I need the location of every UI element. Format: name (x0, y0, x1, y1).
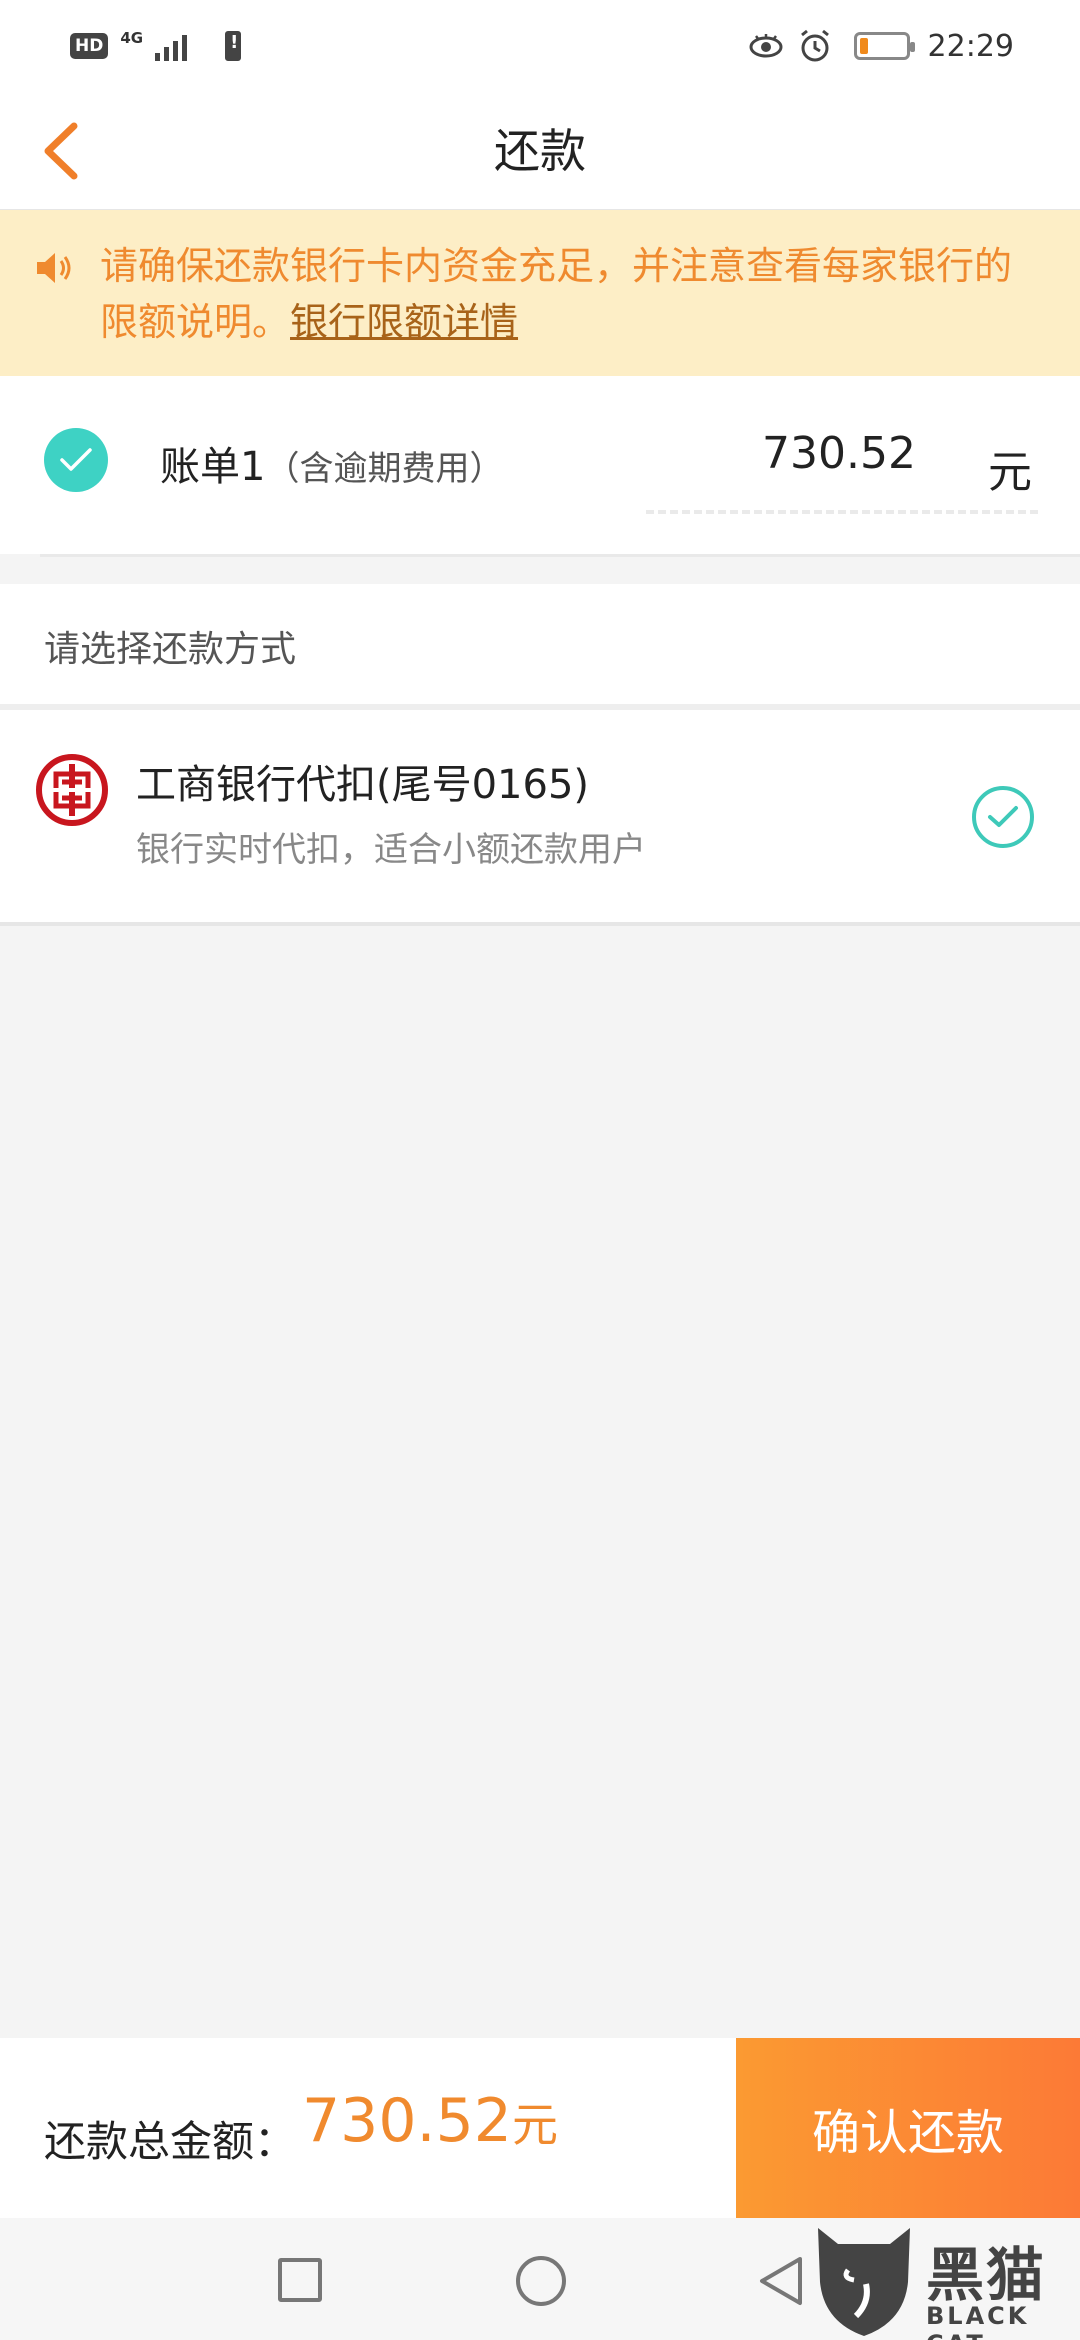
payment-method-icbc[interactable]: 工商银行代扣(尾号0165) 银行实时代扣，适合小额还款用户 (0, 710, 1080, 922)
confirm-repayment-button[interactable]: 确认还款 (736, 2038, 1080, 2218)
nav-bar: 还款 (0, 92, 1080, 210)
total-amount-unit: 元 (511, 2098, 558, 2152)
repayment-screen: HD 4G 22:29 (0, 0, 1080, 2340)
battery-level (859, 38, 868, 54)
check-icon (60, 448, 92, 471)
payment-method-radio[interactable] (972, 786, 1034, 848)
signal-icon (155, 31, 188, 61)
notice-banner: 请确保还款银行卡内资金充足，并注意查看每家银行的限额说明。银行限额详情 (0, 210, 1080, 376)
check-icon (988, 806, 1018, 827)
battery-warning-icon (225, 31, 242, 61)
speaker-icon (37, 253, 71, 283)
bill-title: 账单1（含逾期费用） (160, 434, 503, 492)
clock-time: 22:29 (927, 28, 1014, 64)
battery-icon (853, 32, 915, 60)
payment-method-desc: 银行实时代扣，适合小额还款用户 (136, 830, 646, 870)
divider (40, 554, 1080, 557)
payment-method-label: 请选择还款方式 (44, 629, 297, 670)
bill-name: 账单1 (160, 444, 266, 490)
recent-apps-button[interactable] (278, 2258, 322, 2302)
watermark-title: 黑猫 (926, 2241, 1047, 2309)
page-title: 还款 (494, 124, 586, 178)
amount-underline (646, 510, 1038, 514)
total-amount: 730.52元 (302, 2086, 558, 2156)
system-back-button[interactable] (756, 2254, 806, 2308)
bill-checkbox[interactable] (44, 428, 108, 492)
bank-limit-link[interactable]: 银行限额详情 (290, 300, 518, 344)
black-cat-logo-icon (818, 2228, 910, 2336)
notice-text: 请确保还款银行卡内资金充足，并注意查看每家银行的限额说明。银行限额详情 (100, 238, 1040, 350)
alarm-icon (800, 29, 829, 62)
bill-subtitle: （含逾期费用） (265, 449, 504, 489)
status-left: HD 4G (70, 26, 242, 66)
status-bar: HD 4G 22:29 (0, 0, 1080, 92)
network-type: 4G (120, 29, 144, 47)
total-amount-value: 730.52 (302, 2086, 512, 2156)
eye-icon (749, 34, 783, 58)
bill-unit: 元 (988, 447, 1032, 498)
hd-badge: HD (70, 33, 109, 59)
divider (0, 922, 1080, 926)
total-label: 还款总金额： (44, 2117, 297, 2166)
notice-message: 请确保还款银行卡内资金充足，并注意查看每家银行的限额说明。 (100, 244, 1013, 344)
home-button[interactable] (516, 2256, 566, 2306)
status-right: 22:29 (748, 22, 1014, 70)
black-cat-watermark: 黑猫 BLACK CAT (808, 2222, 1080, 2340)
watermark-subtitle: BLACK CAT (926, 2302, 1030, 2340)
bottom-summary-bar: 还款总金额： 730.52元 确认还款 (0, 2038, 1080, 2218)
payment-method-title: 工商银行代扣(尾号0165) (136, 762, 590, 808)
payment-method-header: 请选择还款方式 (0, 584, 1080, 704)
icbc-logo-icon (36, 754, 108, 826)
bill-amount-input[interactable]: 730.52 (762, 428, 916, 479)
